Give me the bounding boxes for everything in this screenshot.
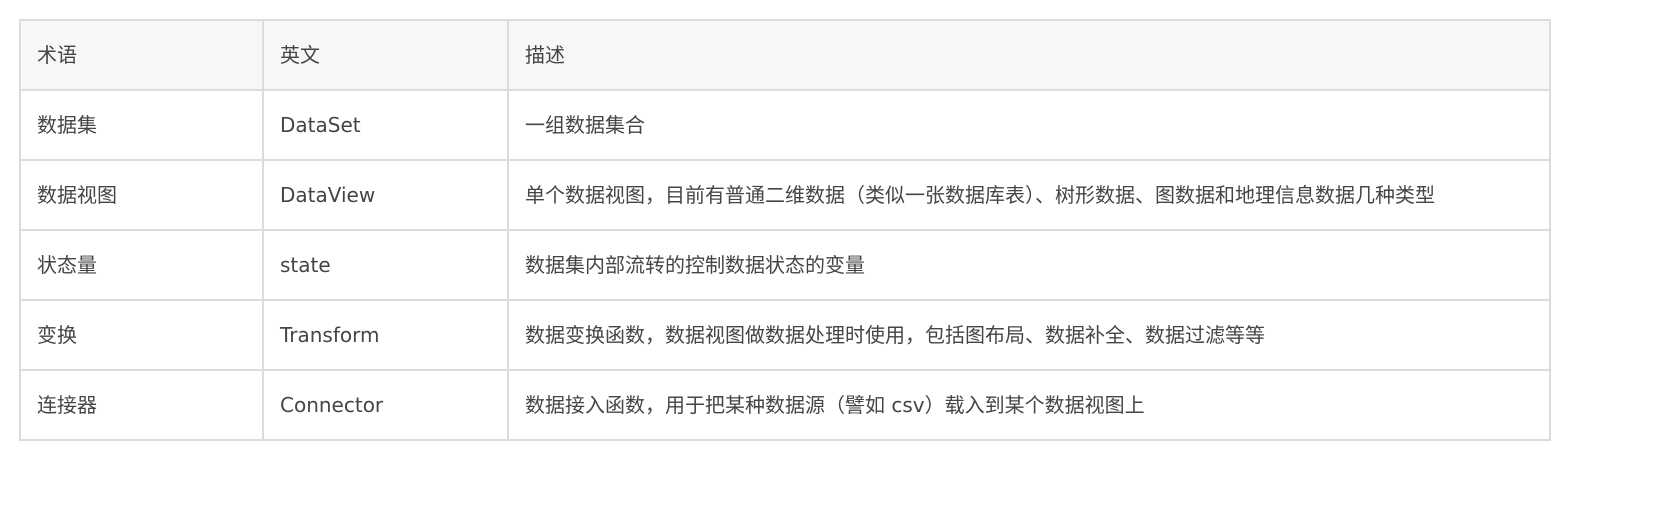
glossary-table-container: 术语 英文 描述 数据集 DataSet 一组数据集合 数据视图 DataVie… <box>19 19 1551 441</box>
table-row: 变换 Transform 数据变换函数，数据视图做数据处理时使用，包括图布局、数… <box>19 299 1551 371</box>
header-row: 术语 英文 描述 <box>19 19 1551 91</box>
table-header: 术语 英文 描述 <box>19 19 1551 91</box>
cell-term: 数据集 <box>19 89 264 161</box>
cell-english: state <box>262 229 509 301</box>
table-row: 数据集 DataSet 一组数据集合 <box>19 89 1551 161</box>
cell-term: 连接器 <box>19 369 264 441</box>
cell-english: DataView <box>262 159 509 231</box>
cell-term: 状态量 <box>19 229 264 301</box>
cell-description: 单个数据视图，目前有普通二维数据（类似一张数据库表）、树形数据、图数据和地理信息… <box>507 159 1551 231</box>
cell-english: DataSet <box>262 89 509 161</box>
cell-english: Transform <box>262 299 509 371</box>
header-english: 英文 <box>262 19 509 91</box>
cell-term: 数据视图 <box>19 159 264 231</box>
table-row: 连接器 Connector 数据接入函数，用于把某种数据源（譬如 csv）载入到… <box>19 369 1551 441</box>
cell-description: 一组数据集合 <box>507 89 1551 161</box>
table-body: 数据集 DataSet 一组数据集合 数据视图 DataView 单个数据视图，… <box>19 89 1551 441</box>
table-row: 状态量 state 数据集内部流转的控制数据状态的变量 <box>19 229 1551 301</box>
cell-description: 数据变换函数，数据视图做数据处理时使用，包括图布局、数据补全、数据过滤等等 <box>507 299 1551 371</box>
header-term: 术语 <box>19 19 264 91</box>
cell-description: 数据集内部流转的控制数据状态的变量 <box>507 229 1551 301</box>
cell-description: 数据接入函数，用于把某种数据源（譬如 csv）载入到某个数据视图上 <box>507 369 1551 441</box>
cell-english: Connector <box>262 369 509 441</box>
header-description: 描述 <box>507 19 1551 91</box>
glossary-table: 术语 英文 描述 数据集 DataSet 一组数据集合 数据视图 DataVie… <box>19 19 1551 441</box>
table-row: 数据视图 DataView 单个数据视图，目前有普通二维数据（类似一张数据库表）… <box>19 159 1551 231</box>
cell-term: 变换 <box>19 299 264 371</box>
